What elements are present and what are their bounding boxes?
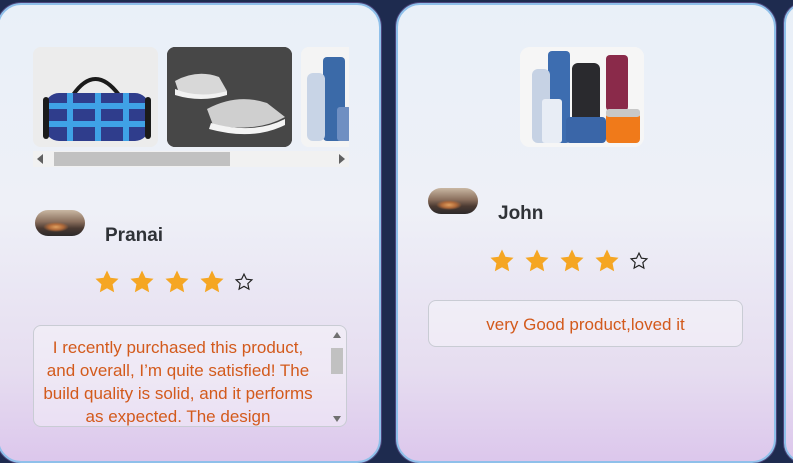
star-filled-icon (200, 270, 224, 293)
review-text: very Good product,loved it (486, 315, 685, 334)
cosmetics-bottles-image[interactable] (301, 47, 349, 147)
cosmetics-bottles-image[interactable] (520, 47, 644, 147)
vertical-scrollbar[interactable] (330, 330, 344, 424)
star-filled-icon (595, 249, 619, 272)
review-image-gallery[interactable] (33, 47, 349, 169)
reviewer-name: John (498, 203, 544, 224)
scroll-right-arrow-icon[interactable] (339, 154, 345, 164)
star-filled-icon (490, 249, 514, 272)
star-empty-icon (234, 272, 254, 291)
star-filled-icon (165, 270, 189, 293)
review-text-box[interactable]: very Good product,loved it (428, 300, 743, 347)
reviewer-name: Pranai (105, 225, 164, 246)
star-empty-icon (629, 251, 649, 270)
review-card: Pranai I recently purchased this product… (0, 3, 381, 463)
avatar (428, 188, 478, 214)
scrollbar-thumb[interactable] (331, 348, 343, 374)
review-card: John (396, 3, 776, 463)
duffel-bag-image[interactable] (33, 47, 158, 147)
star-filled-icon (95, 270, 119, 293)
star-filled-icon (525, 249, 549, 272)
horizontal-scrollbar[interactable] (33, 151, 349, 167)
avatar (35, 210, 85, 236)
scroll-left-arrow-icon[interactable] (37, 154, 43, 164)
star-rating (489, 248, 649, 274)
star-rating (94, 269, 254, 295)
review-text: I recently purchased this product, and o… (43, 338, 313, 426)
scroll-down-arrow-icon[interactable] (333, 416, 341, 422)
sneakers-image[interactable] (167, 47, 292, 147)
review-text-box[interactable]: I recently purchased this product, and o… (33, 325, 347, 427)
star-filled-icon (130, 270, 154, 293)
scroll-up-arrow-icon[interactable] (333, 332, 341, 338)
review-card (784, 3, 793, 463)
scrollbar-thumb[interactable] (54, 152, 230, 166)
star-filled-icon (560, 249, 584, 272)
